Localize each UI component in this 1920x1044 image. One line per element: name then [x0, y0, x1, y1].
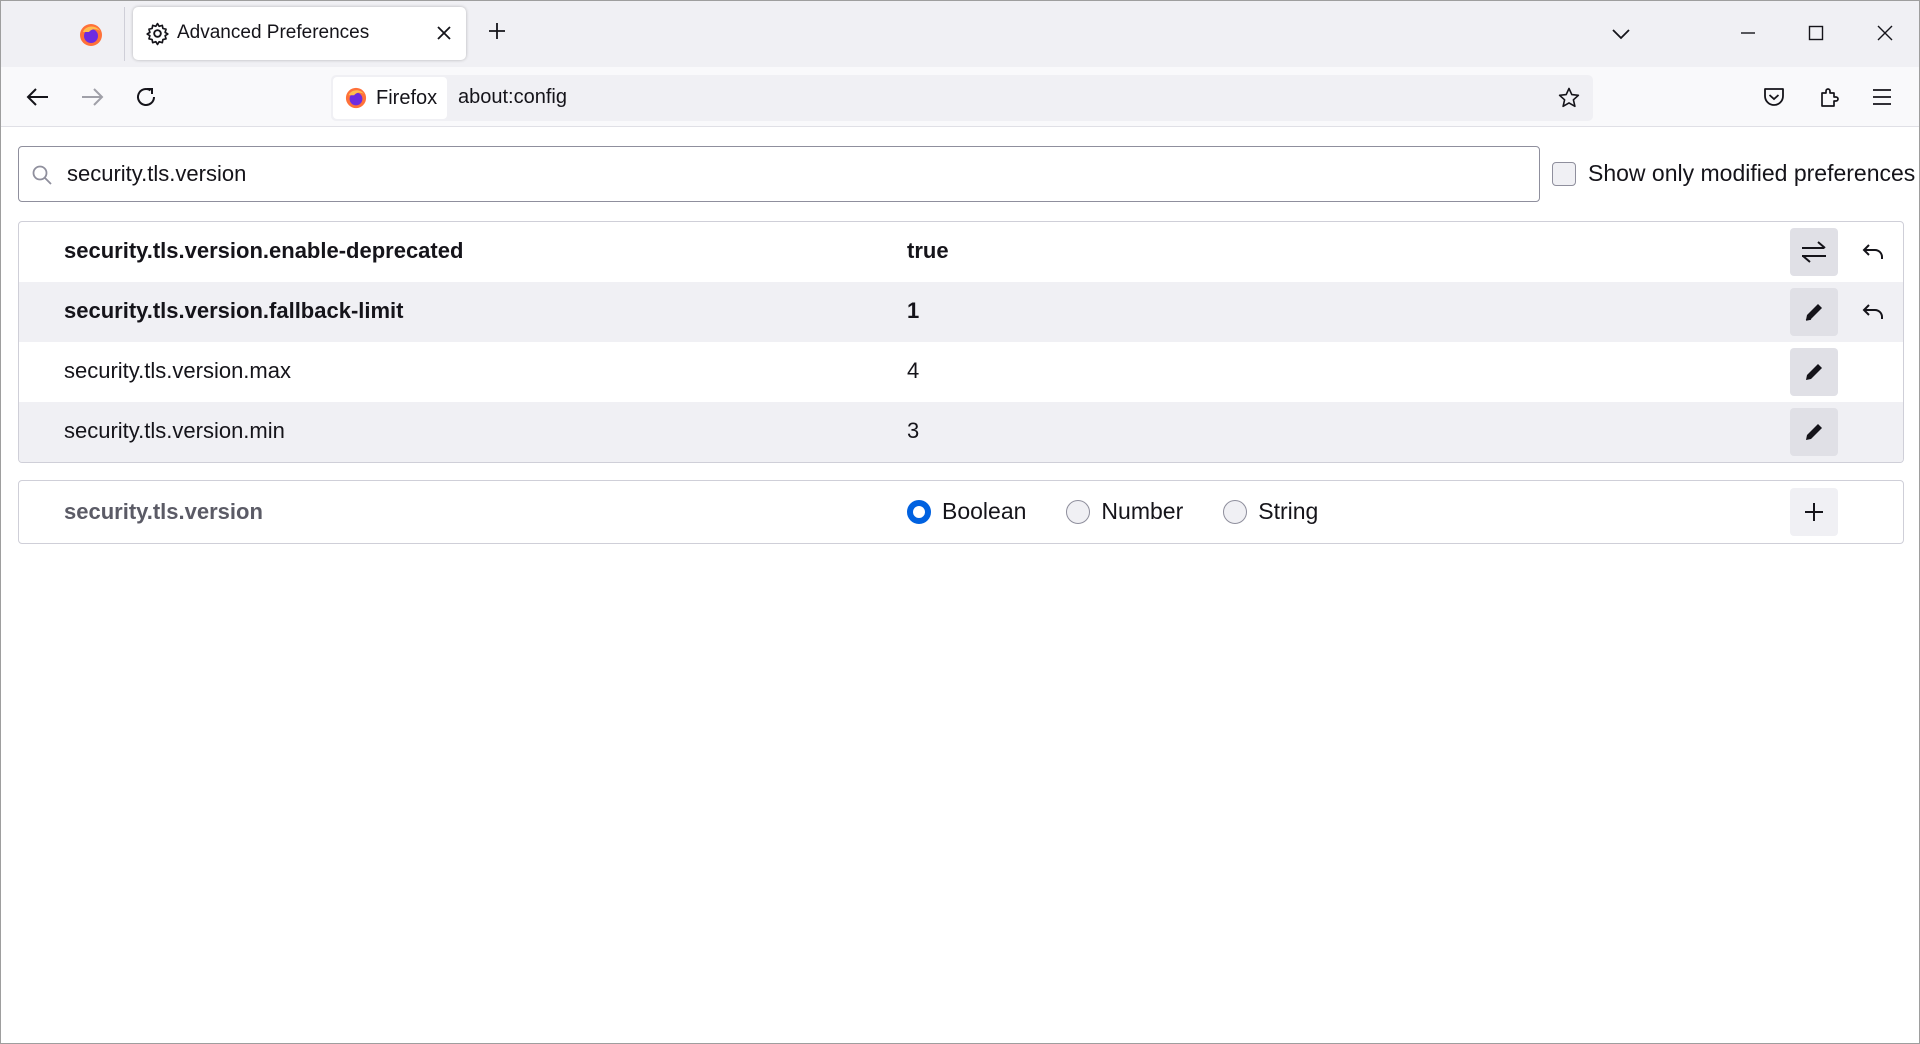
- close-icon: [437, 26, 451, 40]
- search-input[interactable]: [67, 157, 1507, 191]
- minimize-icon: [1741, 32, 1755, 34]
- reload-icon: [137, 88, 155, 106]
- pref-row: security.tls.version.min 3: [19, 402, 1903, 462]
- pencil-icon: [1806, 424, 1822, 440]
- back-button[interactable]: [19, 78, 57, 116]
- radio-number-dot[interactable]: [1066, 499, 1091, 524]
- identity-label: Firefox: [376, 86, 438, 109]
- new-pref-name: security.tls.version: [64, 499, 263, 524]
- pref-name: security.tls.version.enable-deprecated: [64, 238, 464, 263]
- bookmark-star-button[interactable]: [1555, 84, 1583, 112]
- radio-string-label[interactable]: String: [1258, 498, 1318, 525]
- tab-title: Advanced Preferences: [177, 22, 370, 43]
- radio-boolean[interactable]: Boolean: [907, 498, 1026, 525]
- pref-value: 1: [907, 298, 920, 323]
- radio-number-label[interactable]: Number: [1101, 498, 1183, 525]
- search-icon: [32, 165, 52, 185]
- browser-window: Advanced Preferences Firefox about:confi…: [0, 0, 1920, 1044]
- navigation-toolbar: Firefox about:config: [1, 67, 1919, 127]
- close-icon: [1877, 25, 1893, 41]
- edit-button[interactable]: [1790, 408, 1838, 456]
- extensions-button[interactable]: [1810, 78, 1848, 116]
- app-menu-button[interactable]: [1863, 78, 1901, 116]
- new-preference-row: security.tls.version Boolean Number Stri…: [18, 480, 1904, 544]
- pocket-button[interactable]: [1755, 78, 1793, 116]
- pencil-icon: [1806, 364, 1822, 380]
- tab-strip: Advanced Preferences: [1, 1, 1919, 67]
- plus-icon: [1805, 503, 1823, 521]
- forward-button[interactable]: [73, 78, 111, 116]
- toggle-icon: [1802, 241, 1826, 263]
- show-modified-toggle[interactable]: Show only modified preferences: [1552, 160, 1915, 187]
- reset-button[interactable]: [1849, 288, 1897, 336]
- add-preference-button[interactable]: [1790, 488, 1838, 536]
- edit-button[interactable]: [1790, 348, 1838, 396]
- chevron-down-icon: [1612, 29, 1630, 40]
- pref-row: security.tls.version.enable-deprecated t…: [19, 222, 1903, 282]
- pref-value: true: [907, 238, 949, 263]
- preferences-table: security.tls.version.enable-deprecated t…: [18, 221, 1904, 463]
- edit-button[interactable]: [1790, 288, 1838, 336]
- firefox-logo-icon: [345, 87, 367, 109]
- firefox-logo-icon: [80, 24, 102, 46]
- pocket-icon: [1764, 88, 1784, 106]
- list-all-tabs-button[interactable]: [1603, 19, 1639, 49]
- radio-string-dot[interactable]: [1223, 499, 1248, 524]
- close-tab-button[interactable]: [430, 19, 458, 47]
- pref-name: security.tls.version.fallback-limit: [64, 298, 404, 323]
- pref-name: security.tls.version.max: [64, 358, 291, 383]
- pref-value: 4: [907, 358, 920, 383]
- pencil-icon: [1805, 304, 1822, 321]
- star-icon: [1558, 87, 1580, 108]
- reload-button[interactable]: [127, 78, 165, 116]
- hamburger-menu-icon: [1873, 89, 1891, 105]
- pref-name: security.tls.version.min: [64, 418, 285, 443]
- preference-search-box[interactable]: [18, 146, 1540, 202]
- maximize-icon: [1808, 25, 1824, 41]
- pref-type-radio-group: Boolean Number String: [907, 498, 1358, 525]
- minimize-button[interactable]: [1728, 13, 1768, 53]
- radio-boolean-dot[interactable]: [907, 499, 931, 524]
- radio-boolean-label[interactable]: Boolean: [942, 498, 1026, 525]
- identity-box[interactable]: Firefox: [333, 77, 447, 119]
- plus-icon: [489, 23, 505, 39]
- arrow-left-icon: [26, 88, 48, 106]
- url-text[interactable]: about:config: [458, 86, 567, 109]
- show-modified-checkbox[interactable]: [1552, 161, 1576, 186]
- tab-separator: [124, 7, 125, 61]
- maximize-button[interactable]: [1796, 13, 1836, 53]
- undo-icon: [1862, 244, 1883, 259]
- new-tab-button[interactable]: [481, 15, 513, 47]
- url-bar[interactable]: Firefox about:config: [331, 75, 1593, 121]
- reset-button[interactable]: [1849, 228, 1897, 276]
- toggle-button[interactable]: [1790, 228, 1838, 276]
- tab-advanced-preferences[interactable]: Advanced Preferences: [133, 7, 466, 60]
- puzzle-piece-icon: [1821, 88, 1839, 107]
- radio-number[interactable]: Number: [1066, 498, 1183, 525]
- show-modified-label[interactable]: Show only modified preferences: [1588, 160, 1915, 187]
- pref-row: security.tls.version.fallback-limit 1: [19, 282, 1903, 342]
- radio-string[interactable]: String: [1223, 498, 1318, 525]
- arrow-right-icon: [82, 88, 104, 106]
- gear-icon: [146, 22, 169, 46]
- pref-row: security.tls.version.max 4: [19, 342, 1903, 402]
- close-window-button[interactable]: [1865, 13, 1905, 53]
- pref-value: 3: [907, 418, 920, 443]
- pinned-tab-firefox[interactable]: [63, 15, 119, 55]
- undo-icon: [1862, 304, 1883, 319]
